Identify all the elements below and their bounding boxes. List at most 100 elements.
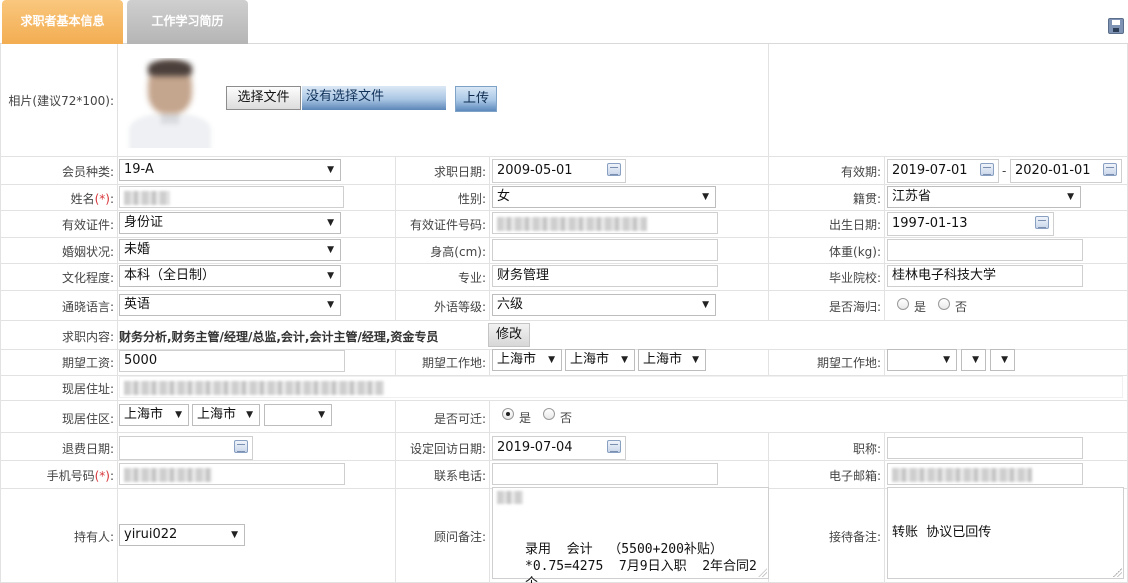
name-input[interactable] — [119, 186, 344, 208]
work-place-select-5[interactable]: ▼ — [961, 349, 986, 371]
chevron-down-icon: ▼ — [702, 192, 709, 202]
language-select[interactable]: 英语 ▼ — [119, 294, 341, 316]
work-place-label-2: 期望工作地: — [816, 356, 881, 370]
file-status-text: 没有选择文件 — [302, 86, 446, 110]
work-place-select-1[interactable]: 上海市 ▼ — [492, 349, 562, 371]
valid-from-input[interactable]: 2019-07-01 — [887, 159, 999, 183]
valid-period-label: 有效期: — [840, 165, 881, 179]
avatar-photo — [123, 58, 216, 148]
weight-label: 体重(kg): — [829, 245, 881, 259]
refund-date-input[interactable] — [119, 436, 253, 460]
consultant-note-text: 录用 会计 （5500+200补贴） *0.75=4275 7月9日入职 2年合… — [525, 542, 757, 583]
salary-input[interactable]: 5000 — [119, 350, 345, 372]
chevron-down-icon: ▼ — [327, 245, 334, 255]
education-select[interactable]: 本科（全日制） ▼ — [119, 265, 341, 287]
gender-label: 性别: — [457, 192, 486, 206]
work-place-select-4[interactable]: ▼ — [887, 349, 957, 371]
district-select-2[interactable]: 上海市 ▼ — [192, 404, 260, 426]
resize-grip-icon[interactable] — [1113, 568, 1122, 577]
chevron-down-icon: ▼ — [327, 271, 334, 281]
district-select-3[interactable]: ▼ — [264, 404, 332, 426]
email-input[interactable] — [887, 463, 1083, 485]
name-label: 姓名(*): — [70, 192, 114, 206]
height-input[interactable] — [492, 239, 718, 261]
valid-to-input[interactable]: 2020-01-01 — [1010, 159, 1122, 183]
phone-label: 联系电话: — [433, 469, 486, 483]
language-level-select[interactable]: 六级 ▼ — [492, 294, 716, 316]
overseas-yes-label: 是 — [914, 300, 927, 314]
job-date-input[interactable]: 2009-05-01 — [492, 159, 626, 183]
overseas-no-label: 否 — [955, 300, 968, 314]
mobile-label: 手机号码(*): — [46, 469, 114, 483]
phone-input[interactable] — [492, 463, 718, 485]
id-number-input[interactable] — [492, 212, 718, 234]
choose-file-button[interactable]: 选择文件 — [226, 86, 301, 110]
chevron-down-icon: ▼ — [318, 410, 325, 420]
weight-input[interactable] — [887, 239, 1083, 261]
district-label: 现居住区: — [61, 412, 114, 426]
native-place-select[interactable]: 江苏省 ▼ — [887, 186, 1081, 208]
overseas-no-radio[interactable] — [938, 298, 950, 310]
job-date-label: 求职日期: — [433, 165, 486, 179]
chevron-down-icon: ▼ — [548, 355, 555, 365]
calendar-icon[interactable] — [607, 163, 621, 176]
overseas-yes-radio[interactable] — [897, 298, 909, 310]
calendar-icon[interactable] — [234, 440, 248, 453]
school-input[interactable]: 桂林电子科技大学 — [887, 265, 1083, 287]
reception-note-textarea[interactable]: 转账 协议已回传 — [887, 487, 1124, 579]
chevron-down-icon: ▼ — [1067, 192, 1074, 202]
chevron-down-icon: ▼ — [702, 300, 709, 310]
major-input[interactable]: 财务管理 — [492, 265, 718, 287]
work-place-select-2[interactable]: 上海市 ▼ — [565, 349, 635, 371]
tab-bar: 求职者基本信息 工作学习简历 — [0, 0, 1128, 44]
chevron-down-icon: ▼ — [327, 218, 334, 228]
calendar-icon[interactable] — [607, 440, 621, 453]
chevron-down-icon: ▼ — [1001, 355, 1008, 365]
member-type-label: 会员种类: — [61, 165, 114, 179]
relocate-no-radio[interactable] — [543, 408, 555, 420]
mobile-input[interactable] — [119, 463, 345, 485]
tab-basic-info[interactable]: 求职者基本信息 — [2, 0, 123, 44]
native-place-label: 籍贯: — [852, 192, 881, 206]
school-label: 毕业院校: — [828, 271, 881, 285]
resize-grip-icon[interactable] — [758, 568, 767, 577]
relocate-yes-radio[interactable] — [502, 408, 514, 420]
redacted-value — [124, 191, 170, 205]
address-input[interactable] — [119, 376, 1123, 398]
consultant-note-label: 顾问备注: — [433, 530, 486, 544]
upload-button[interactable]: 上传 — [455, 86, 497, 112]
tab-work-history[interactable]: 工作学习简历 — [127, 0, 248, 44]
gender-select[interactable]: 女 ▼ — [492, 186, 716, 208]
education-label: 文化程度: — [61, 271, 114, 285]
reception-note-text: 转账 协议已回传 — [892, 525, 992, 540]
id-type-select[interactable]: 身份证 ▼ — [119, 212, 341, 234]
job-title-input[interactable] — [887, 437, 1083, 459]
work-place-select-6[interactable]: ▼ — [990, 349, 1015, 371]
district-select-1[interactable]: 上海市 ▼ — [119, 404, 189, 426]
address-label: 现居住址: — [61, 382, 114, 396]
chevron-down-icon: ▼ — [231, 530, 238, 540]
holder-select[interactable]: yirui022 ▼ — [119, 524, 245, 546]
salary-label: 期望工资: — [61, 356, 114, 370]
overseas-label: 是否海归: — [828, 300, 881, 314]
save-icon[interactable] — [1108, 18, 1124, 34]
revisit-date-label: 设定回访日期: — [409, 442, 486, 456]
member-type-select[interactable]: 19-A ▼ — [119, 159, 341, 181]
height-label: 身高(cm): — [430, 245, 486, 259]
holder-label: 持有人: — [73, 530, 114, 544]
calendar-icon[interactable] — [1103, 163, 1117, 176]
birth-date-input[interactable]: 1997-01-13 — [887, 212, 1054, 236]
marital-select[interactable]: 未婚 ▼ — [119, 239, 341, 261]
email-label: 电子邮箱: — [828, 469, 881, 483]
revisit-date-input[interactable]: 2019-07-04 — [492, 436, 626, 460]
refund-date-label: 退费日期: — [61, 442, 114, 456]
marital-label: 婚姻状况: — [61, 245, 114, 259]
calendar-icon[interactable] — [1035, 216, 1049, 229]
work-place-select-3[interactable]: 上海市 ▼ — [638, 349, 706, 371]
consultant-note-textarea[interactable]: 录用 会计 （5500+200补贴） *0.75=4275 7月9日入职 2年合… — [492, 487, 769, 583]
calendar-icon[interactable] — [980, 163, 994, 176]
edit-job-content-button[interactable]: 修改 — [488, 323, 530, 347]
redacted-value — [497, 217, 647, 231]
chevron-down-icon: ▼ — [175, 410, 182, 420]
chevron-down-icon: ▼ — [972, 355, 979, 365]
